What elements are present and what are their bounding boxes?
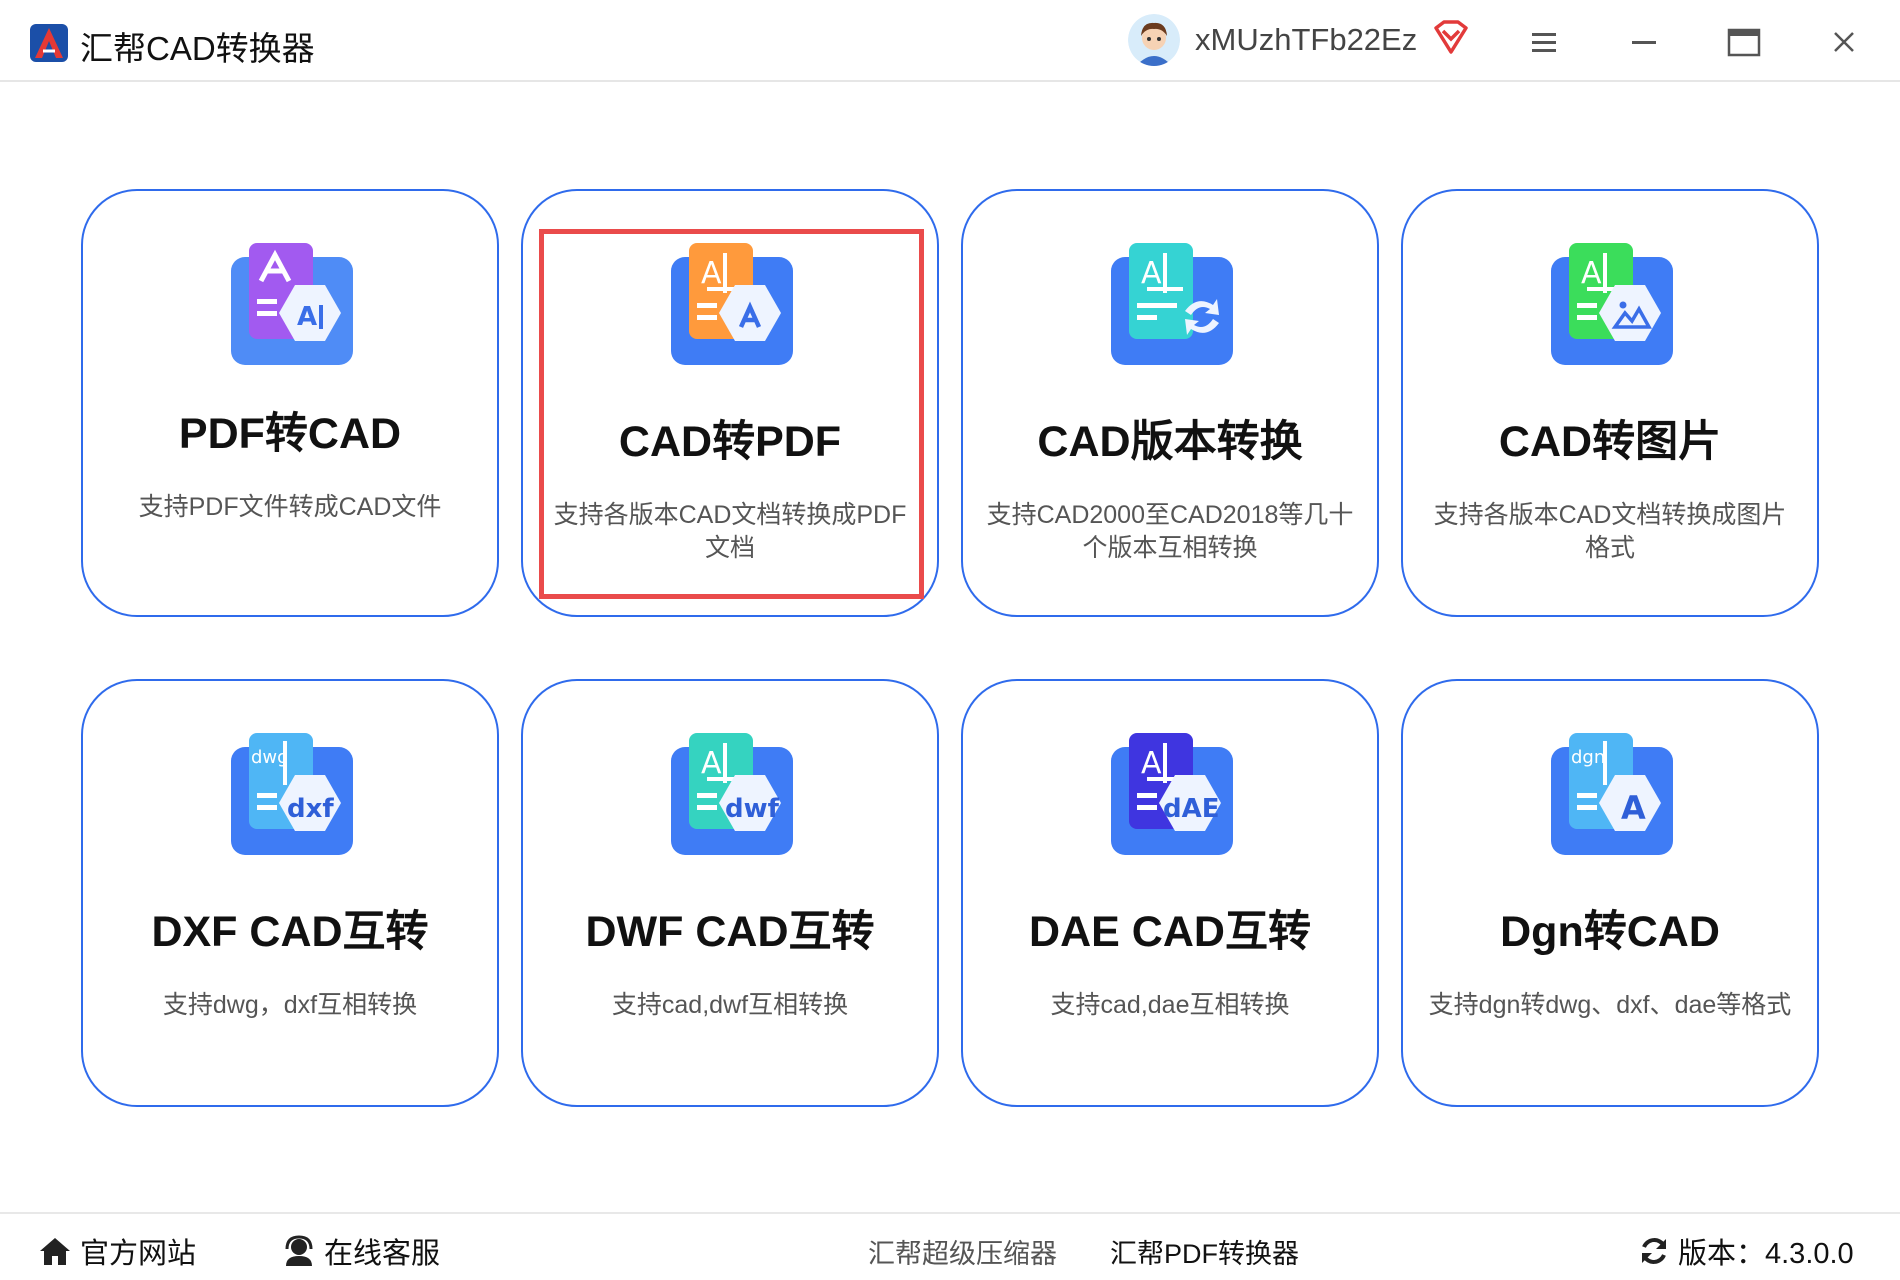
home-icon <box>40 1238 70 1265</box>
card-description: 支持cad,dwf互相转换 <box>611 991 849 1019</box>
official-website-button[interactable]: 官方网站 <box>38 1230 196 1272</box>
svg-text:A: A <box>1141 256 1162 291</box>
dgn-to-cad-icon: dgn A <box>1551 733 1673 855</box>
icon-badge: dAE <box>1163 794 1220 824</box>
dwf-cad-icon: A dwf <box>671 733 793 855</box>
card-description: 支持PDF文件转成CAD文件 <box>138 493 442 521</box>
card-dgn-to-cad[interactable]: dgn A Dgn转CAD 支持dgn转dwg、dxf、dae等格式 <box>1401 679 1819 1107</box>
compressor-link[interactable]: 汇帮超级压缩器 <box>868 1232 1057 1271</box>
menu-button[interactable] <box>1524 22 1564 62</box>
maximize-icon <box>1727 28 1761 57</box>
card-description: 支持cad,dae互相转换 <box>1050 991 1290 1019</box>
app-title: 汇帮CAD转换器 <box>80 30 315 67</box>
card-title: CAD转图片 <box>1498 418 1722 466</box>
version-label: 版本：4.3.0.0 <box>1678 1238 1854 1270</box>
card-dae-cad[interactable]: A dAE DAE CAD互转 支持cad,dae互相转换 <box>961 679 1379 1107</box>
icon-top-label: dwg <box>251 747 289 768</box>
icon-top-label: dgn <box>1571 747 1605 768</box>
card-cad-version-convert[interactable]: A CAD版本转换 支持CAD2000至CAD2018等几十个版本互相转换 <box>961 189 1379 617</box>
card-cad-to-image[interactable]: A CAD转图片 支持各版本CAD文档转换成图片格式 <box>1401 189 1819 617</box>
maximize-button[interactable] <box>1724 22 1764 62</box>
version-check-button[interactable]: 版本：4.3.0.0 <box>1638 1230 1854 1272</box>
cad-to-image-icon: A <box>1551 243 1673 365</box>
close-button[interactable] <box>1824 22 1864 62</box>
online-support-button[interactable]: 在线客服 <box>282 1230 440 1272</box>
card-title: PDF转CAD <box>178 410 402 458</box>
dae-cad-icon: A dAE <box>1111 733 1233 855</box>
headset-icon <box>285 1235 313 1266</box>
svg-text:A: A <box>1141 746 1162 781</box>
refresh-icon <box>1642 1238 1666 1264</box>
card-dwf-cad[interactable]: A dwf DWF CAD互转 支持cad,dwf互相转换 <box>521 679 939 1107</box>
username[interactable]: xMUzhTFb22Ez <box>1195 22 1417 58</box>
card-title: DXF CAD互转 <box>151 908 429 956</box>
minimize-button[interactable] <box>1624 22 1664 62</box>
svg-text:A: A <box>701 746 722 781</box>
user-avatar[interactable] <box>1128 14 1180 66</box>
icon-badge: dxf <box>287 794 334 824</box>
svg-text:A: A <box>297 302 317 332</box>
card-title: Dgn转CAD <box>1500 908 1720 956</box>
card-description: 支持各版本CAD文档转换成图片格式 <box>1433 501 1787 562</box>
app-logo-icon <box>30 24 68 62</box>
footer-bar: 官方网站 在线客服 汇帮超级压缩器 汇帮PDF转换器 版本：4.3.0.0 <box>0 1212 1900 1280</box>
dxf-cad-icon: dwg dxf <box>231 733 353 855</box>
vip-diamond-icon[interactable] <box>1432 20 1470 56</box>
online-support-label: 在线客服 <box>324 1238 441 1270</box>
selection-highlight <box>539 229 924 599</box>
card-description: 支持dgn转dwg、dxf、dae等格式 <box>1428 991 1792 1019</box>
svg-text:A: A <box>1581 256 1602 291</box>
card-description: 支持dwg，dxf互相转换 <box>162 991 418 1019</box>
cad-version-convert-icon: A <box>1111 243 1233 365</box>
official-website-label: 官方网站 <box>80 1238 197 1270</box>
icon-badge: A <box>1621 789 1646 827</box>
card-title: DAE CAD互转 <box>1029 908 1311 956</box>
card-title: DWF CAD互转 <box>585 908 875 956</box>
card-title: CAD版本转换 <box>1037 418 1303 466</box>
card-description: 支持CAD2000至CAD2018等几十个版本互相转换 <box>986 501 1354 562</box>
pdf-converter-link[interactable]: 汇帮PDF转换器 <box>1110 1232 1299 1271</box>
card-pdf-to-cad[interactable]: A PDF转CAD 支持PDF文件转成CAD文件 <box>81 189 499 617</box>
close-icon <box>1834 32 1854 52</box>
hamburger-menu-icon <box>1532 33 1556 52</box>
minimize-icon <box>1632 41 1656 44</box>
title-bar: 汇帮CAD转换器 xMUzhTFb22Ez <box>0 0 1900 82</box>
icon-badge: dwf <box>725 794 780 824</box>
card-dxf-cad[interactable]: dwg dxf DXF CAD互转 支持dwg，dxf互相转换 <box>81 679 499 1107</box>
pdf-to-cad-icon: A <box>231 243 353 365</box>
